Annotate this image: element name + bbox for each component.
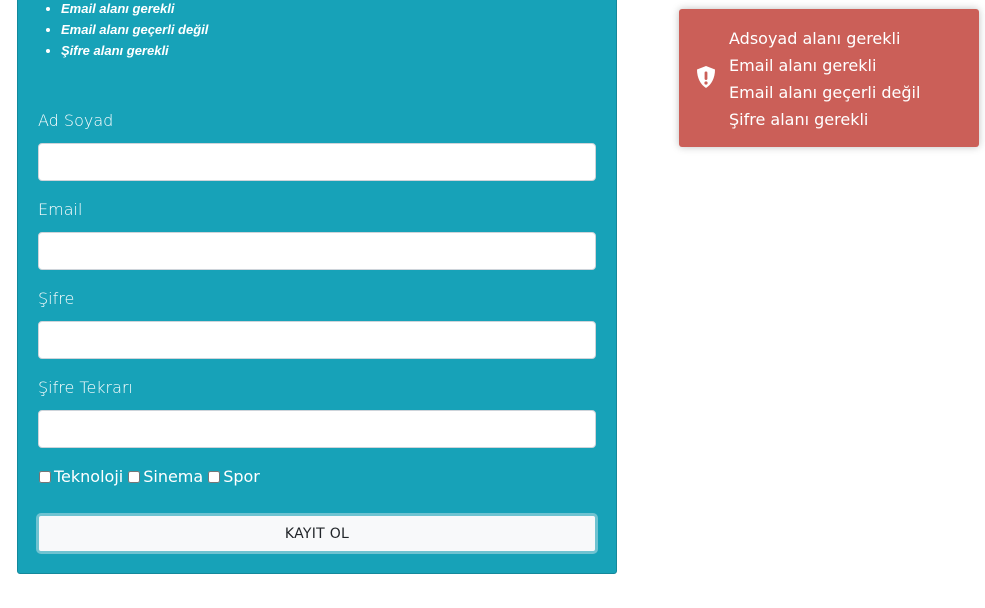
password-label: Şifre <box>38 289 75 308</box>
error-toast-messages: Adsoyad alanı gerekli Email alanı gerekl… <box>729 25 920 133</box>
error-toast[interactable]: Adsoyad alanı gerekli Email alanı gerekl… <box>679 9 979 147</box>
interest-technology-label: Teknoloji <box>54 467 124 486</box>
shield-exclamation-icon <box>697 66 715 88</box>
name-input[interactable] <box>38 143 596 181</box>
name-label: Ad Soyad <box>38 111 114 130</box>
interest-cinema-checkbox[interactable] <box>128 470 141 483</box>
validation-error-item: Şifre alanı gerekli <box>61 40 208 61</box>
interests-group: Teknoloji Sinema Spor <box>38 467 264 486</box>
error-toast-message: Email alanı geçerli değil <box>729 83 921 102</box>
password-repeat-input[interactable] <box>38 410 596 448</box>
interest-technology-checkbox[interactable] <box>39 470 51 483</box>
register-form-panel <box>17 0 617 574</box>
register-button[interactable]: KAYIT OL <box>36 513 598 554</box>
error-toast-message: Şifre alanı gerekli <box>729 110 869 129</box>
validation-error-item: Email alanı geçerli değil <box>61 19 208 40</box>
error-toast-message: Email alanı gerekli <box>729 56 877 75</box>
interest-sport-checkbox[interactable] <box>208 470 221 483</box>
password-repeat-label: Şifre Tekrarı <box>38 378 133 397</box>
email-input[interactable] <box>38 232 596 270</box>
password-input[interactable] <box>38 321 596 359</box>
interest-sport-label: Spor <box>223 467 260 486</box>
error-toast-message: Adsoyad alanı gerekli <box>729 29 901 48</box>
validation-error-item: Email alanı gerekli <box>61 0 208 19</box>
interest-cinema-label: Sinema <box>143 467 204 486</box>
validation-error-list: Email alanı gerekli Email alanı geçerli … <box>43 0 208 61</box>
email-label: Email <box>38 200 83 219</box>
